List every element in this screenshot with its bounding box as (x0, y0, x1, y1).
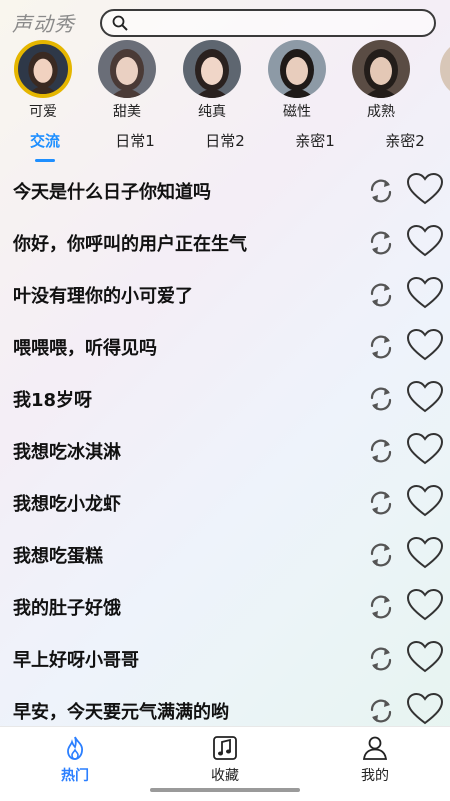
tab-item[interactable]: 日常2 (185, 125, 265, 157)
phrase-row[interactable]: 我想吃小龙虾 (0, 478, 450, 530)
phrase-row[interactable]: 我18岁呀 (0, 374, 450, 426)
refresh-icon[interactable] (366, 592, 396, 622)
nav-flame[interactable]: 热门 (35, 735, 115, 785)
heart-icon[interactable] (405, 276, 445, 310)
voice-item-partial[interactable] (434, 40, 450, 98)
refresh-icon[interactable] (366, 332, 396, 362)
category-tabs: 交流 日常1 日常2 亲密1 亲密2 (0, 125, 450, 162)
avatar (268, 40, 326, 98)
phrase-row[interactable]: 今天是什么日子你知道吗 (0, 166, 450, 218)
active-tab-indicator (35, 159, 55, 162)
avatar (352, 40, 410, 98)
avatar (14, 40, 72, 98)
phrase-text: 早安，今天要元气满满的哟 (13, 702, 229, 723)
voice-item[interactable]: 纯真 (177, 40, 247, 118)
phrase-text: 喂喂喂，听得见吗 (13, 338, 157, 359)
phrase-text: 我想吃小龙虾 (13, 494, 121, 515)
voice-item[interactable]: 可爱 (8, 40, 78, 118)
portrait-image (110, 49, 144, 98)
top-header: 声动秀 可爱 甜美 纯真 磁性 成熟 (0, 0, 450, 120)
voice-item[interactable]: 甜美 (92, 40, 162, 118)
heart-icon[interactable] (405, 640, 445, 674)
tab-item[interactable]: 交流 (5, 125, 85, 157)
voice-item[interactable]: 成熟 (346, 40, 416, 118)
music-note-icon (185, 735, 265, 761)
refresh-icon[interactable] (366, 488, 396, 518)
nav-label: 我的 (361, 768, 389, 784)
voice-label: 甜美 (113, 104, 141, 118)
portrait-image (364, 49, 398, 98)
voice-label: 成熟 (367, 104, 395, 118)
heart-icon[interactable] (405, 484, 445, 518)
refresh-icon[interactable] (366, 280, 396, 310)
portrait-image (28, 51, 58, 94)
voice-item[interactable]: 磁性 (262, 40, 332, 118)
search-icon (112, 15, 128, 31)
phrase-row[interactable]: 早安，今天要元气满满的哟 (0, 686, 450, 726)
phrase-text: 我想吃冰淇淋 (13, 442, 121, 463)
phrase-text: 你好，你呼叫的用户正在生气 (13, 234, 247, 255)
phrase-text: 今天是什么日子你知道吗 (13, 182, 211, 203)
refresh-icon[interactable] (366, 696, 396, 726)
tab-item[interactable]: 亲密1 (275, 125, 355, 157)
voice-label: 可爱 (29, 104, 57, 118)
phrase-text: 我18岁呀 (13, 390, 93, 411)
tab-item[interactable]: 日常1 (95, 125, 175, 157)
heart-icon[interactable] (405, 328, 445, 362)
flame-icon (35, 735, 115, 761)
refresh-icon[interactable] (366, 384, 396, 414)
refresh-icon[interactable] (366, 644, 396, 674)
search-input[interactable] (100, 9, 436, 37)
avatar (183, 40, 241, 98)
refresh-icon[interactable] (366, 228, 396, 258)
nav-music-note[interactable]: 收藏 (185, 735, 265, 785)
tab-item[interactable]: 亲密2 (365, 125, 445, 157)
voice-label: 纯真 (198, 104, 226, 118)
phrase-row[interactable]: 你好，你呼叫的用户正在生气 (0, 218, 450, 270)
nav-label: 收藏 (211, 768, 239, 784)
refresh-icon[interactable] (366, 540, 396, 570)
portrait-image (280, 49, 314, 98)
phrase-row[interactable]: 我的肚子好饿 (0, 582, 450, 634)
voice-label: 磁性 (283, 104, 311, 118)
user-icon (335, 735, 415, 761)
refresh-icon[interactable] (366, 176, 396, 206)
phrase-row[interactable]: 早上好呀小哥哥 (0, 634, 450, 686)
portrait-image (195, 49, 229, 98)
avatar (98, 40, 156, 98)
phrase-text: 早上好呀小哥哥 (13, 650, 139, 671)
phrase-row[interactable]: 叶没有理你的小可爱了 (0, 270, 450, 322)
phrase-row[interactable]: 喂喂喂，听得见吗 (0, 322, 450, 374)
nav-user[interactable]: 我的 (335, 735, 415, 785)
heart-icon[interactable] (405, 432, 445, 466)
heart-icon[interactable] (405, 380, 445, 414)
heart-icon[interactable] (405, 536, 445, 570)
app-title: 声动秀 (12, 12, 75, 36)
heart-icon[interactable] (405, 172, 445, 206)
phrase-text: 叶没有理你的小可爱了 (13, 286, 193, 307)
voice-selector: 可爱 甜美 纯真 磁性 成熟 (0, 40, 450, 118)
heart-icon[interactable] (405, 588, 445, 622)
phrase-row[interactable]: 我想吃冰淇淋 (0, 426, 450, 478)
phrase-row[interactable]: 我想吃蛋糕 (0, 530, 450, 582)
heart-icon[interactable] (405, 692, 445, 726)
heart-icon[interactable] (405, 224, 445, 258)
nav-label: 热门 (61, 768, 89, 784)
phrase-text: 我的肚子好饿 (13, 598, 121, 619)
phrase-list: 今天是什么日子你知道吗你好，你呼叫的用户正在生气 叶没有理你的小可爱了 喂喂喂，听得… (0, 166, 450, 726)
avatar (440, 40, 450, 98)
home-indicator (150, 788, 300, 792)
refresh-icon[interactable] (366, 436, 396, 466)
phrase-text: 我想吃蛋糕 (13, 546, 103, 567)
